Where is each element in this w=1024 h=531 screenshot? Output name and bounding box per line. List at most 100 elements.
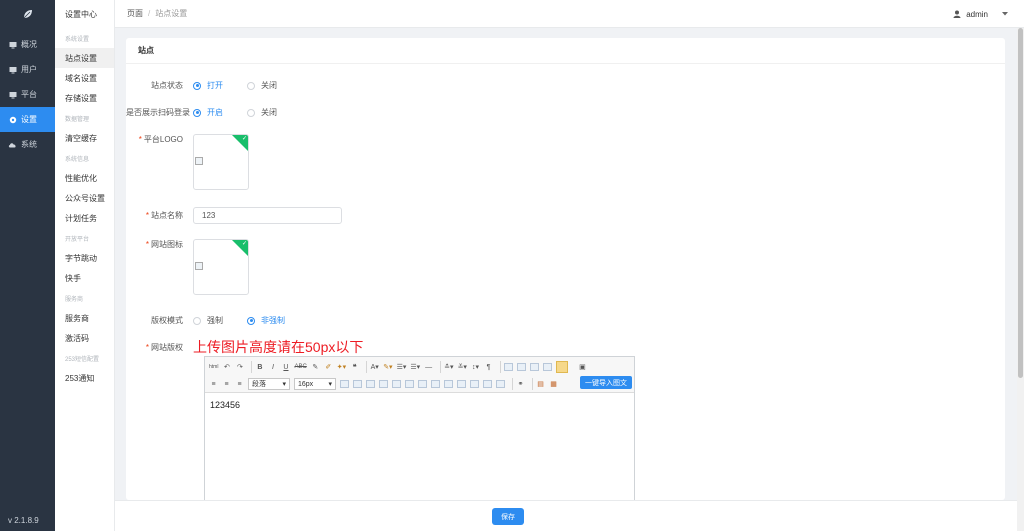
required-mark: * xyxy=(145,343,149,352)
save-button[interactable]: 保存 xyxy=(492,508,524,525)
site-icon-row: * 网站图标 ✓ xyxy=(126,239,249,295)
sidebar-item-platform[interactable]: 平台 xyxy=(0,82,55,107)
align-justify-icon[interactable]: ≡ xyxy=(235,378,244,390)
submenu-group-title: 系统信息 xyxy=(65,156,90,163)
image-none-icon[interactable] xyxy=(516,363,526,371)
submenu-item-activation-code[interactable]: 激活码 xyxy=(55,328,114,348)
blockquote-icon[interactable]: ❝ xyxy=(350,361,359,373)
upload-height-note: 上传图片高度请在50px以下 xyxy=(193,339,364,355)
sidebar-item-settings[interactable]: 设置 xyxy=(0,107,55,132)
submenu-group-title: 253短信配置 xyxy=(65,356,100,363)
app-logo[interactable] xyxy=(0,0,55,28)
platform-logo-upload[interactable]: ✓ xyxy=(193,134,249,190)
required-mark: * xyxy=(145,240,149,249)
format-brush-icon[interactable]: ✐ xyxy=(324,361,333,373)
sidebar-item-users[interactable]: 用户 xyxy=(0,57,55,82)
submenu-item-kuaishou[interactable]: 快手 xyxy=(55,268,114,288)
delete-col-icon[interactable] xyxy=(392,380,401,388)
sidebar-item-system[interactable]: 系统 xyxy=(0,132,55,157)
rich-text-editor: html ↶ ↷ B I U ABC ✎ ✐ ✦▾ ❝ A▾ ✎▾ ☰▾ ☰▾ … xyxy=(204,356,635,500)
unordered-list-icon[interactable]: ☰▾ xyxy=(410,361,420,373)
align-left-icon[interactable]: ≡ xyxy=(209,378,218,390)
font-size-select[interactable]: 16px ▾ xyxy=(294,378,336,390)
copyright-not-forced-radio[interactable]: 非强制 xyxy=(247,315,285,326)
site-name-label: * 站点名称 xyxy=(145,211,183,220)
fullscreen-icon[interactable]: ▣ xyxy=(578,361,587,373)
text-direction-icon[interactable]: ¶ xyxy=(484,361,493,373)
submenu-item-clear-cache[interactable]: 清空缓存 xyxy=(55,128,114,148)
eraser-icon[interactable]: ✎ xyxy=(311,361,320,373)
one-click-import-button[interactable]: 一键导入图文 xyxy=(580,376,632,389)
submenu-item-storage-settings[interactable]: 存储设置 xyxy=(55,88,114,108)
split-cells-icon[interactable] xyxy=(418,380,427,388)
redo-icon[interactable]: ↷ xyxy=(235,361,244,373)
highlight-color-icon[interactable]: ✎▾ xyxy=(383,361,392,373)
submenu-item-performance[interactable]: 性能优化 xyxy=(55,168,114,188)
image-center-icon[interactable] xyxy=(542,363,552,371)
insert-attachment-icon[interactable]: ▦ xyxy=(549,378,558,390)
image-left-icon[interactable] xyxy=(503,363,513,371)
undo-icon[interactable]: ↶ xyxy=(222,361,231,373)
submenu-item-bytedance[interactable]: 字节跳动 xyxy=(55,248,114,268)
site-copyright-label: * 网站版权 xyxy=(145,343,183,352)
line-height-icon[interactable]: ↕▾ xyxy=(471,361,480,373)
submenu-item-scheduled-tasks[interactable]: 计划任务 xyxy=(55,208,114,228)
insert-image-icon[interactable] xyxy=(555,361,568,373)
site-name-input[interactable] xyxy=(193,207,342,224)
toolbar-separator xyxy=(499,361,501,373)
breadcrumb-item[interactable]: 页面 xyxy=(127,9,143,18)
link-icon[interactable]: ⚭ xyxy=(516,378,525,390)
submenu-item-official-account[interactable]: 公众号设置 xyxy=(55,188,114,208)
insert-media-icon[interactable]: ▤ xyxy=(536,378,545,390)
bold-icon[interactable]: B xyxy=(255,361,264,373)
user-menu[interactable]: admin xyxy=(953,0,1008,28)
broken-image-icon xyxy=(195,262,203,270)
editor-content[interactable]: 123456 xyxy=(205,393,634,417)
align-right-icon[interactable]: ≡ xyxy=(222,378,231,390)
caret-down-icon xyxy=(1002,12,1008,16)
table-border-icon[interactable] xyxy=(470,380,479,388)
merge-cells-icon[interactable] xyxy=(405,380,414,388)
strikethrough-icon[interactable]: ABC xyxy=(294,361,306,373)
table-align-icon[interactable] xyxy=(457,380,466,388)
html-source-icon[interactable]: html xyxy=(209,361,218,373)
paragraph-select[interactable]: 段落 ▾ xyxy=(248,378,290,390)
table-sort-icon[interactable] xyxy=(496,380,505,388)
page-scrollbar[interactable] xyxy=(1017,28,1024,531)
site-status-closed-radio[interactable]: 关闭 xyxy=(247,80,277,91)
submenu-item-site-settings[interactable]: 站点设置 xyxy=(55,48,114,68)
horizontal-rule-icon[interactable]: — xyxy=(424,361,433,373)
site-copyright-row: * 网站版权 上传图片高度请在50px以下 xyxy=(126,340,363,354)
site-icon-upload[interactable]: ✓ xyxy=(193,239,249,295)
qr-login-on-radio[interactable]: 开启 xyxy=(193,107,223,118)
submenu-group-title: 开放平台 xyxy=(65,236,90,243)
qr-login-off-radio[interactable]: 关闭 xyxy=(247,107,277,118)
ordered-list-icon[interactable]: ☰▾ xyxy=(397,361,407,373)
top-header: 页面 / 站点设置 admin xyxy=(115,0,1024,28)
submenu-item-domain-settings[interactable]: 域名设置 xyxy=(55,68,114,88)
paragraph-spacing-top-icon[interactable]: ≛▾ xyxy=(444,361,453,373)
italic-icon[interactable]: I xyxy=(268,361,277,373)
scrollbar-thumb[interactable] xyxy=(1018,28,1023,378)
site-status-open-radio[interactable]: 打开 xyxy=(193,80,223,91)
insert-table-icon[interactable] xyxy=(340,380,349,388)
cell-props-icon[interactable] xyxy=(444,380,453,388)
underline-icon[interactable]: U xyxy=(281,361,290,373)
copyright-forced-radio[interactable]: 强制 xyxy=(193,315,223,326)
submenu-item-service-provider[interactable]: 服务商 xyxy=(55,308,114,328)
sidebar-item-overview[interactable]: 概况 xyxy=(0,32,55,57)
insert-col-icon[interactable] xyxy=(379,380,388,388)
paragraph-spacing-bottom-icon[interactable]: ≚▾ xyxy=(458,361,467,373)
image-right-icon[interactable] xyxy=(529,363,539,371)
monitor-icon xyxy=(8,40,17,49)
delete-row-icon[interactable] xyxy=(366,380,375,388)
sidebar-item-label: 系统 xyxy=(21,140,37,149)
auto-format-icon[interactable]: ✦▾ xyxy=(337,361,346,373)
font-color-icon[interactable]: A▾ xyxy=(370,361,379,373)
submenu-item-253-notification[interactable]: 253通知 xyxy=(55,368,114,388)
settings-submenu: 设置中心 系统设置 站点设置 域名设置 存储设置 数据管理 清空缓存 系统信息 … xyxy=(55,0,115,531)
insert-row-icon[interactable] xyxy=(353,380,362,388)
table-props-icon[interactable] xyxy=(431,380,440,388)
user-name: admin xyxy=(966,9,988,19)
table-delete-icon[interactable] xyxy=(483,380,492,388)
